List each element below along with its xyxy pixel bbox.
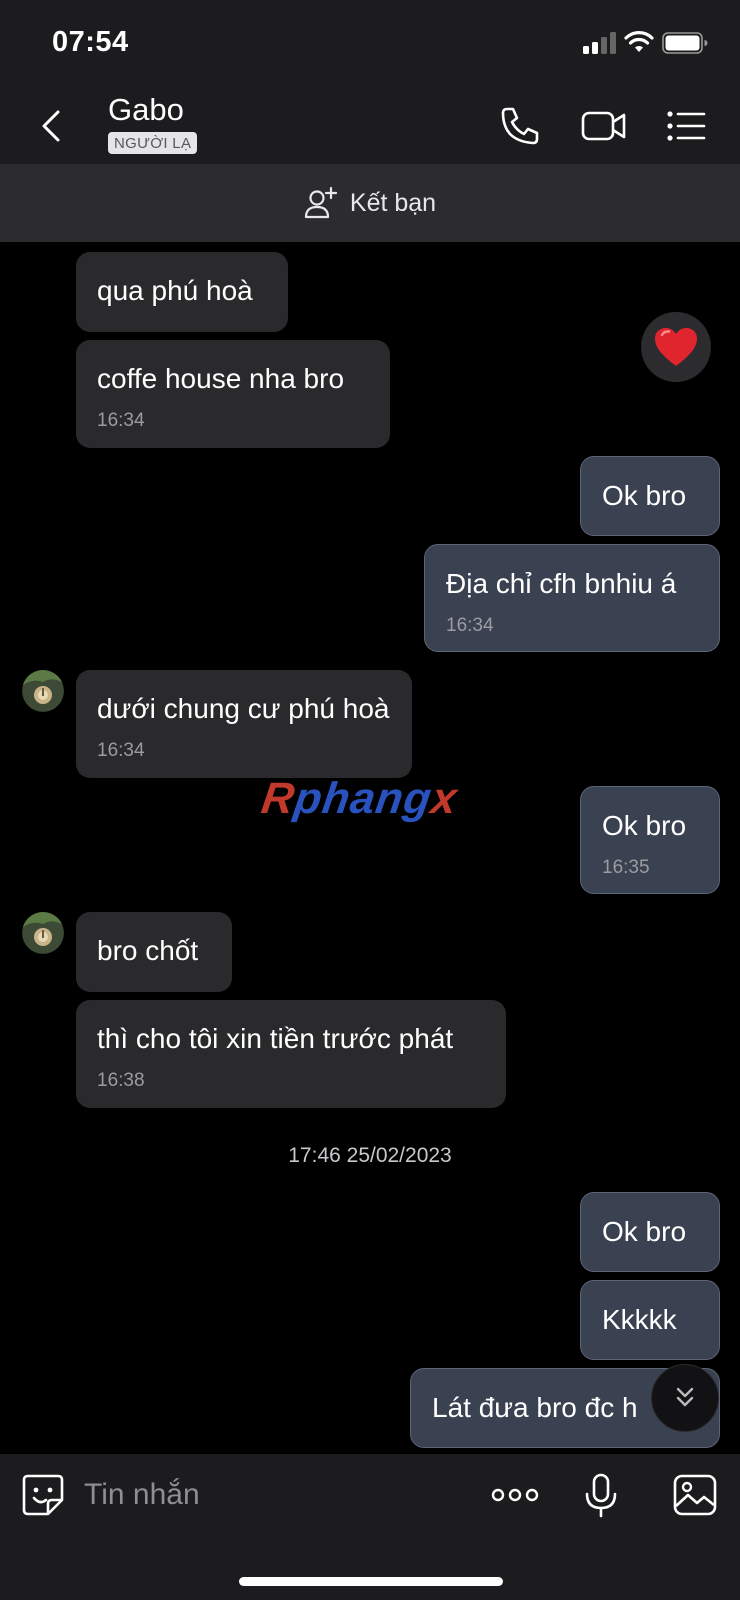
message-text: Địa chỉ cfh bnhiu á: [446, 568, 677, 599]
status-time: 07:54: [52, 26, 129, 58]
image-icon[interactable]: [672, 1472, 718, 1518]
message-time: 16:38: [97, 1070, 145, 1091]
message-bubble[interactable]: qua phú hoà: [76, 252, 288, 332]
message-bubble[interactable]: Địa chỉ cfh bnhiu á 16:34: [424, 544, 720, 652]
date-separator: 17:46 25/02/2023: [288, 1144, 452, 1167]
message-time: 16:35: [602, 857, 650, 878]
more-options-icon[interactable]: [490, 1472, 540, 1518]
scroll-to-bottom-button[interactable]: [651, 1364, 719, 1432]
message-bubble[interactable]: bro chốt: [76, 912, 232, 992]
avatar[interactable]: [22, 670, 64, 712]
add-user-icon: [304, 186, 338, 219]
add-friend-bar[interactable]: Kết bạn: [0, 164, 740, 242]
message-text: coffe house nha bro: [97, 363, 345, 394]
chat-header: Gabo NGƯỜI LẠ: [0, 84, 740, 164]
heart-icon: [655, 328, 697, 366]
message-text: Lát đưa bro đc h: [432, 1392, 638, 1423]
wifi-icon: [624, 31, 654, 52]
watermark: Rphangx: [258, 774, 461, 823]
message-time: 16:34: [97, 410, 145, 431]
message-text: dưới chung cư phú hoà: [97, 693, 390, 724]
message-list[interactable]: qua phú hoà coffe house nha bro 16:34 Ok…: [0, 242, 740, 1454]
stranger-badge: NGƯỜI LẠ: [108, 132, 198, 154]
list-menu-icon[interactable]: [664, 104, 708, 148]
contact-name[interactable]: Gabo: [108, 92, 184, 128]
message-text: thì cho tôi xin tiền trước phát: [97, 1023, 454, 1054]
message-text: Ok bro: [602, 1216, 687, 1247]
double-chevron-down-icon: [676, 1387, 694, 1407]
message-bubble[interactable]: Ok bro: [580, 1192, 720, 1272]
home-indicator[interactable]: [239, 1577, 503, 1586]
composer: Tin nhắn: [0, 1454, 740, 1600]
message-text: Ok bro: [602, 810, 687, 841]
avatar[interactable]: [22, 912, 64, 954]
message-bubble[interactable]: coffe house nha bro 16:34: [76, 340, 390, 448]
message-text: qua phú hoà: [97, 275, 253, 306]
microphone-icon[interactable]: [578, 1472, 624, 1518]
cellular-signal-icon: [583, 32, 617, 54]
sticker-icon[interactable]: [20, 1472, 66, 1518]
message-bubble[interactable]: Ok bro: [580, 456, 720, 536]
message-text: Ok bro: [602, 480, 687, 511]
message-time: 16:34: [446, 615, 494, 636]
message-bubble[interactable]: thì cho tôi xin tiền trước phát 16:38: [76, 1000, 506, 1108]
message-input[interactable]: Tin nhắn: [84, 1478, 200, 1512]
status-bar: 07:54: [0, 0, 740, 84]
message-text: Kkkkk: [602, 1304, 677, 1335]
battery-icon: [662, 32, 708, 54]
message-bubble[interactable]: dưới chung cư phú hoà 16:34: [76, 670, 412, 778]
message-bubble[interactable]: Kkkkk: [580, 1280, 720, 1360]
phone-icon[interactable]: [498, 104, 542, 148]
reaction-button[interactable]: [641, 312, 711, 382]
message-time: 16:34: [97, 740, 145, 761]
message-text: bro chốt: [97, 935, 199, 966]
add-friend-label: Kết bạn: [349, 188, 437, 217]
message-bubble[interactable]: Ok bro 16:35: [580, 786, 720, 894]
back-chevron-icon[interactable]: [36, 106, 68, 146]
video-camera-icon[interactable]: [580, 104, 628, 148]
